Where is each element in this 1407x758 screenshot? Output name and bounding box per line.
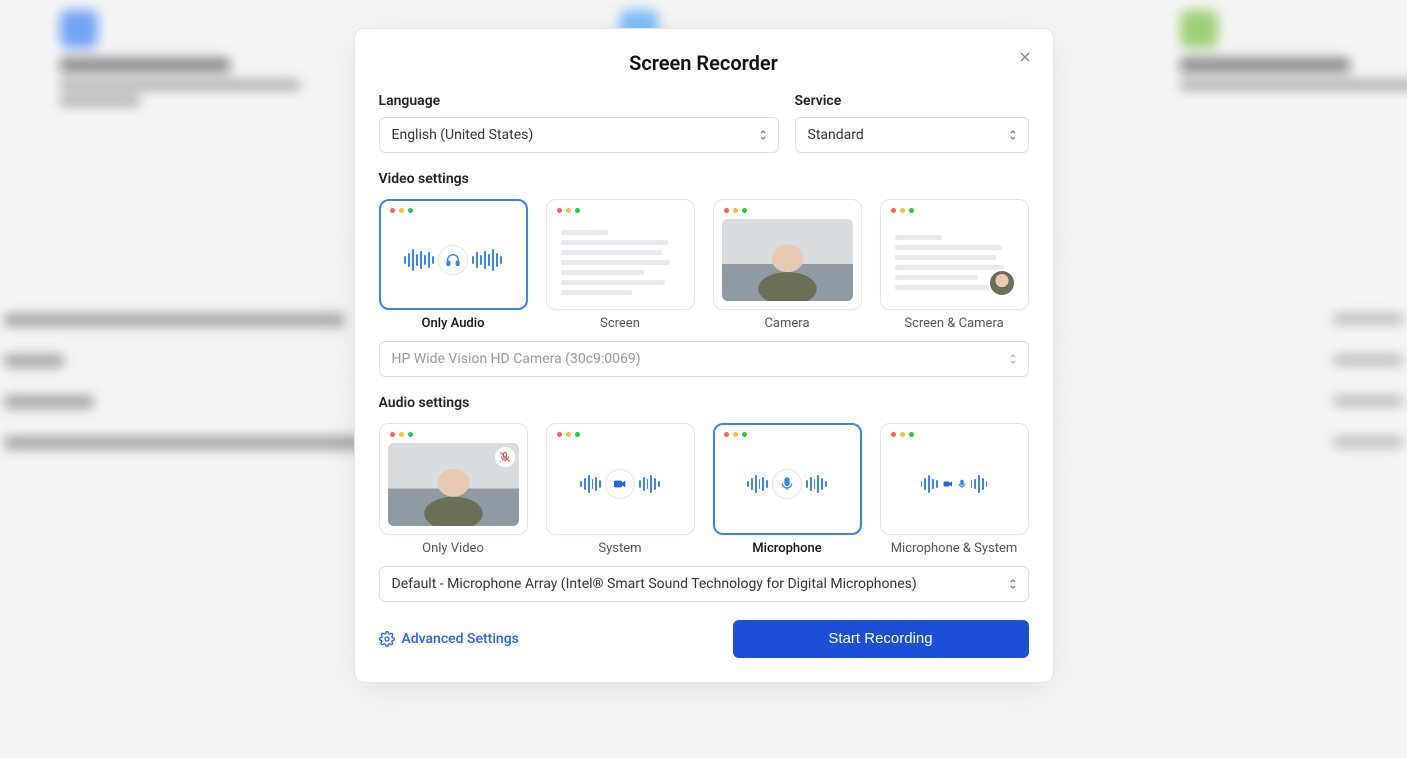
waveform-icon <box>921 475 938 493</box>
close-icon <box>1017 49 1033 65</box>
window-dots-icon <box>889 432 1020 437</box>
waveform-icon <box>404 249 434 271</box>
advanced-settings-label: Advanced Settings <box>402 631 519 647</box>
video-options-row: Only Audio Screen Came <box>379 199 1029 331</box>
tile-label: Microphone & System <box>891 541 1018 556</box>
video-settings-label: Video settings <box>379 171 1029 187</box>
window-dots-icon <box>722 432 853 437</box>
tile-label: Screen <box>600 316 640 331</box>
screen-recorder-modal: Screen Recorder Language English (United… <box>354 28 1054 683</box>
waveform-icon <box>971 475 988 493</box>
video-option-screen-camera[interactable] <box>880 199 1029 310</box>
language-select[interactable]: English (United States) <box>379 117 779 153</box>
audio-options-row: Only Video <box>379 423 1029 555</box>
audio-settings-label: Audio settings <box>379 395 1029 411</box>
audio-option-only-video[interactable] <box>379 423 528 534</box>
microphone-device-select[interactable]: Default - Microphone Array (Intel® Smart… <box>379 566 1029 602</box>
waveform-icon <box>472 249 502 271</box>
language-value: English (United States) <box>392 127 534 143</box>
service-label: Service <box>795 93 1029 109</box>
modal-overlay: Screen Recorder Language English (United… <box>0 0 1407 758</box>
microphone-icon <box>772 469 802 499</box>
camera-preview-icon <box>722 219 853 301</box>
microphone-device-value: Default - Microphone Array (Intel® Smart… <box>392 576 917 592</box>
window-dots-icon <box>889 208 1020 213</box>
advanced-settings-link[interactable]: Advanced Settings <box>379 631 519 647</box>
language-label: Language <box>379 93 779 109</box>
tile-label: Camera <box>764 316 809 331</box>
mic-muted-icon <box>495 447 515 467</box>
audio-option-system[interactable] <box>546 423 695 534</box>
video-option-camera[interactable] <box>713 199 862 310</box>
video-camera-icon <box>605 469 635 499</box>
start-recording-button[interactable]: Start Recording <box>733 620 1029 658</box>
service-value: Standard <box>808 127 864 143</box>
gear-icon <box>379 631 395 647</box>
chevron-updown-icon <box>1008 577 1018 591</box>
waveform-icon <box>747 475 768 493</box>
waveform-icon <box>580 475 601 493</box>
camera-device-select[interactable]: HP Wide Vision HD Camera (30c9:0069) <box>379 341 1029 377</box>
window-dots-icon <box>388 208 519 213</box>
tile-label: System <box>598 541 641 556</box>
tile-label: Only Video <box>422 541 484 556</box>
waveform-icon <box>806 475 827 493</box>
chevron-updown-icon <box>1008 352 1018 366</box>
video-option-screen[interactable] <box>546 199 695 310</box>
headphones-icon <box>438 245 468 275</box>
camera-device-value: HP Wide Vision HD Camera (30c9:0069) <box>392 351 641 367</box>
mic-and-video-icon <box>942 478 967 490</box>
modal-title: Screen Recorder <box>379 51 1029 75</box>
service-select[interactable]: Standard <box>795 117 1029 153</box>
window-dots-icon <box>555 432 686 437</box>
chevron-updown-icon <box>758 128 768 142</box>
window-dots-icon <box>722 208 853 213</box>
waveform-icon <box>639 475 660 493</box>
window-dots-icon <box>555 208 686 213</box>
tile-label: Only Audio <box>422 316 485 331</box>
audio-option-microphone[interactable] <box>713 423 862 534</box>
video-option-only-audio[interactable] <box>379 199 528 310</box>
chevron-updown-icon <box>1008 128 1018 142</box>
camera-pip-icon <box>988 269 1016 297</box>
document-lines-icon <box>555 226 686 295</box>
audio-option-mic-system[interactable] <box>880 423 1029 534</box>
close-button[interactable] <box>1011 43 1039 71</box>
window-dots-icon <box>388 432 519 437</box>
tile-label: Screen & Camera <box>904 316 1003 331</box>
tile-label: Microphone <box>752 541 821 556</box>
